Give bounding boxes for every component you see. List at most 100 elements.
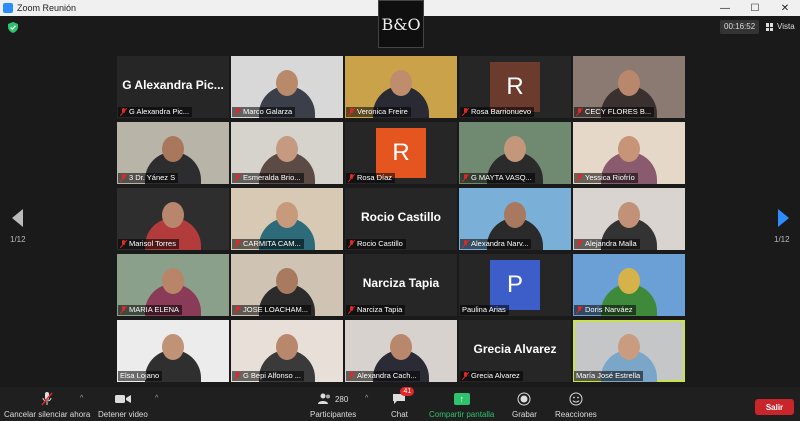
page-indicator-left: 1/12 bbox=[10, 235, 26, 244]
share-screen-button[interactable]: ↑ Compartir pantalla bbox=[429, 391, 494, 419]
participant-video-head bbox=[162, 202, 184, 228]
participant-display-name: Grecia Alvarez bbox=[473, 342, 557, 356]
participant-name-label: CECY FLORES B... bbox=[574, 107, 655, 117]
leave-button[interactable]: Salir bbox=[755, 399, 794, 415]
participant-name-label: Rosa Barrionuevo bbox=[460, 107, 535, 117]
participant-name-label: Alexandra Cach... bbox=[346, 371, 420, 381]
participant-video-head bbox=[162, 334, 184, 360]
participant-tile[interactable]: Elsa Lojano bbox=[117, 320, 229, 382]
video-options-caret-icon[interactable]: ^ bbox=[155, 395, 158, 402]
participant-tile[interactable]: CARMITA CAM... bbox=[231, 188, 343, 250]
participant-tile[interactable]: Doris Narváez bbox=[573, 254, 685, 316]
next-page-arrow-icon[interactable] bbox=[778, 209, 789, 227]
participant-name-label: Yessica Riofrío bbox=[574, 173, 638, 183]
muted-microphone-icon bbox=[462, 174, 469, 182]
participant-tile[interactable]: Marco Galarza bbox=[231, 56, 343, 118]
participant-name: Esmeralda Brio... bbox=[243, 173, 301, 182]
participant-tile[interactable]: Esmeralda Brio... bbox=[231, 122, 343, 184]
participant-name: MARIA ELENA bbox=[129, 305, 180, 314]
meeting-stage: B&O 00:16:52 Vista 1/12 1/12 G Alexandra… bbox=[0, 0, 800, 387]
muted-microphone-icon bbox=[348, 240, 355, 248]
participant-tile[interactable]: R Rosa Barrionuevo bbox=[459, 56, 571, 118]
participant-name-label: G Bepi Alfonso ... bbox=[232, 371, 304, 381]
participant-video-head bbox=[390, 70, 412, 96]
participant-tile[interactable]: Alexandra Cach... bbox=[345, 320, 457, 382]
participant-name: G Alexandra Pic... bbox=[129, 107, 190, 116]
security-shield-icon[interactable] bbox=[8, 22, 18, 33]
participant-name: Marco Galarza bbox=[243, 107, 293, 116]
participant-avatar: R bbox=[376, 128, 426, 178]
window-title: Zoom Reunión bbox=[17, 3, 77, 13]
participant-video-head bbox=[162, 268, 184, 294]
brand-logo: B&O bbox=[378, 0, 424, 48]
participant-name-label: Marco Galarza bbox=[232, 107, 296, 117]
participant-tile[interactable]: CECY FLORES B... bbox=[573, 56, 685, 118]
reactions-button[interactable]: Reacciones bbox=[555, 391, 597, 419]
participant-video-head bbox=[276, 334, 298, 360]
participant-tile[interactable]: Narciza Tapia Narciza Tapia bbox=[345, 254, 457, 316]
participant-tile[interactable]: María José Estrella bbox=[573, 320, 685, 382]
view-button[interactable]: Vista bbox=[766, 20, 795, 34]
participant-tile[interactable]: JOSE LOACHAM... bbox=[231, 254, 343, 316]
participant-tile[interactable]: Veronica Freire bbox=[345, 56, 457, 118]
participant-tile[interactable]: Grecia Alvarez Grecia Alvarez bbox=[459, 320, 571, 382]
participant-name-label: Doris Narváez bbox=[574, 305, 636, 315]
participant-name-label: Esmeralda Brio... bbox=[232, 173, 304, 183]
muted-microphone-icon bbox=[576, 306, 583, 314]
participant-name-label: Rocio Castillo bbox=[346, 239, 406, 249]
participant-name-label: Paulina Arias bbox=[460, 305, 509, 315]
grid-view-icon bbox=[766, 23, 774, 31]
participant-tile[interactable]: Alejandra Malla bbox=[573, 188, 685, 250]
close-button[interactable]: ✕ bbox=[770, 0, 800, 16]
audio-options-caret-icon[interactable]: ^ bbox=[80, 395, 83, 402]
chat-icon: 41 bbox=[392, 387, 415, 407]
record-label: Grabar bbox=[512, 410, 537, 419]
participant-tile[interactable]: G Bepi Alfonso ... bbox=[231, 320, 343, 382]
page-indicator-right: 1/12 bbox=[774, 235, 790, 244]
participant-tile[interactable]: MARIA ELENA bbox=[117, 254, 229, 316]
mute-button[interactable]: Cancelar silenciar ahora bbox=[4, 391, 90, 419]
participant-name: Alexandra Narv... bbox=[471, 239, 529, 248]
participant-name: Narciza Tapia bbox=[357, 305, 403, 314]
participant-tile[interactable]: 3 Dr. Yánez S bbox=[117, 122, 229, 184]
participant-name: Rosa Barrionuevo bbox=[471, 107, 532, 116]
participant-tile[interactable]: Yessica Riofrío bbox=[573, 122, 685, 184]
zoom-app-icon bbox=[3, 3, 13, 13]
participant-tile[interactable]: G MAYTA VASQ... bbox=[459, 122, 571, 184]
participant-tile[interactable]: G Alexandra Pic... G Alexandra Pic... bbox=[117, 56, 229, 118]
muted-microphone-icon bbox=[120, 108, 127, 116]
minimize-button[interactable]: — bbox=[710, 0, 740, 16]
participant-name: Veronica Freire bbox=[357, 107, 408, 116]
participant-name: Doris Narváez bbox=[585, 305, 633, 314]
record-button[interactable]: Grabar bbox=[512, 391, 537, 419]
participant-name-label: JOSE LOACHAM... bbox=[232, 305, 312, 315]
participant-name-label: Narciza Tapia bbox=[346, 305, 406, 315]
participants-options-caret-icon[interactable]: ^ bbox=[365, 395, 368, 402]
muted-microphone-icon bbox=[348, 306, 355, 314]
participant-tile[interactable]: R Rosa Díaz bbox=[345, 122, 457, 184]
participants-count: 280 bbox=[334, 394, 349, 404]
muted-microphone-icon bbox=[348, 174, 355, 182]
participant-tile[interactable]: Marisol Torres bbox=[117, 188, 229, 250]
participant-name-label: Veronica Freire bbox=[346, 107, 411, 117]
participant-video-head bbox=[276, 202, 298, 228]
participant-name-label: G MAYTA VASQ... bbox=[460, 173, 535, 183]
muted-microphone-icon bbox=[120, 306, 127, 314]
maximize-button[interactable]: ☐ bbox=[740, 0, 770, 16]
view-button-label: Vista bbox=[777, 22, 795, 31]
participant-tile[interactable]: P Paulina Arias bbox=[459, 254, 571, 316]
previous-page-arrow-icon[interactable] bbox=[12, 209, 23, 227]
participant-name-label: CARMITA CAM... bbox=[232, 239, 304, 249]
muted-microphone-icon bbox=[576, 240, 583, 248]
participant-tile[interactable]: Alexandra Narv... bbox=[459, 188, 571, 250]
participant-video-head bbox=[504, 136, 526, 162]
chat-button[interactable]: 41 Chat bbox=[391, 387, 415, 419]
stop-video-button[interactable]: Detener video bbox=[98, 391, 148, 419]
participants-button[interactable]: 280 Participantes bbox=[310, 391, 356, 419]
participant-tile[interactable]: Rocio Castillo Rocio Castillo bbox=[345, 188, 457, 250]
mute-button-label: Cancelar silenciar ahora bbox=[4, 410, 91, 419]
participant-name: Yessica Riofrío bbox=[585, 173, 635, 182]
muted-microphone-icon bbox=[234, 108, 241, 116]
participant-name: CECY FLORES B... bbox=[585, 107, 652, 116]
chat-unread-badge: 41 bbox=[400, 387, 415, 396]
